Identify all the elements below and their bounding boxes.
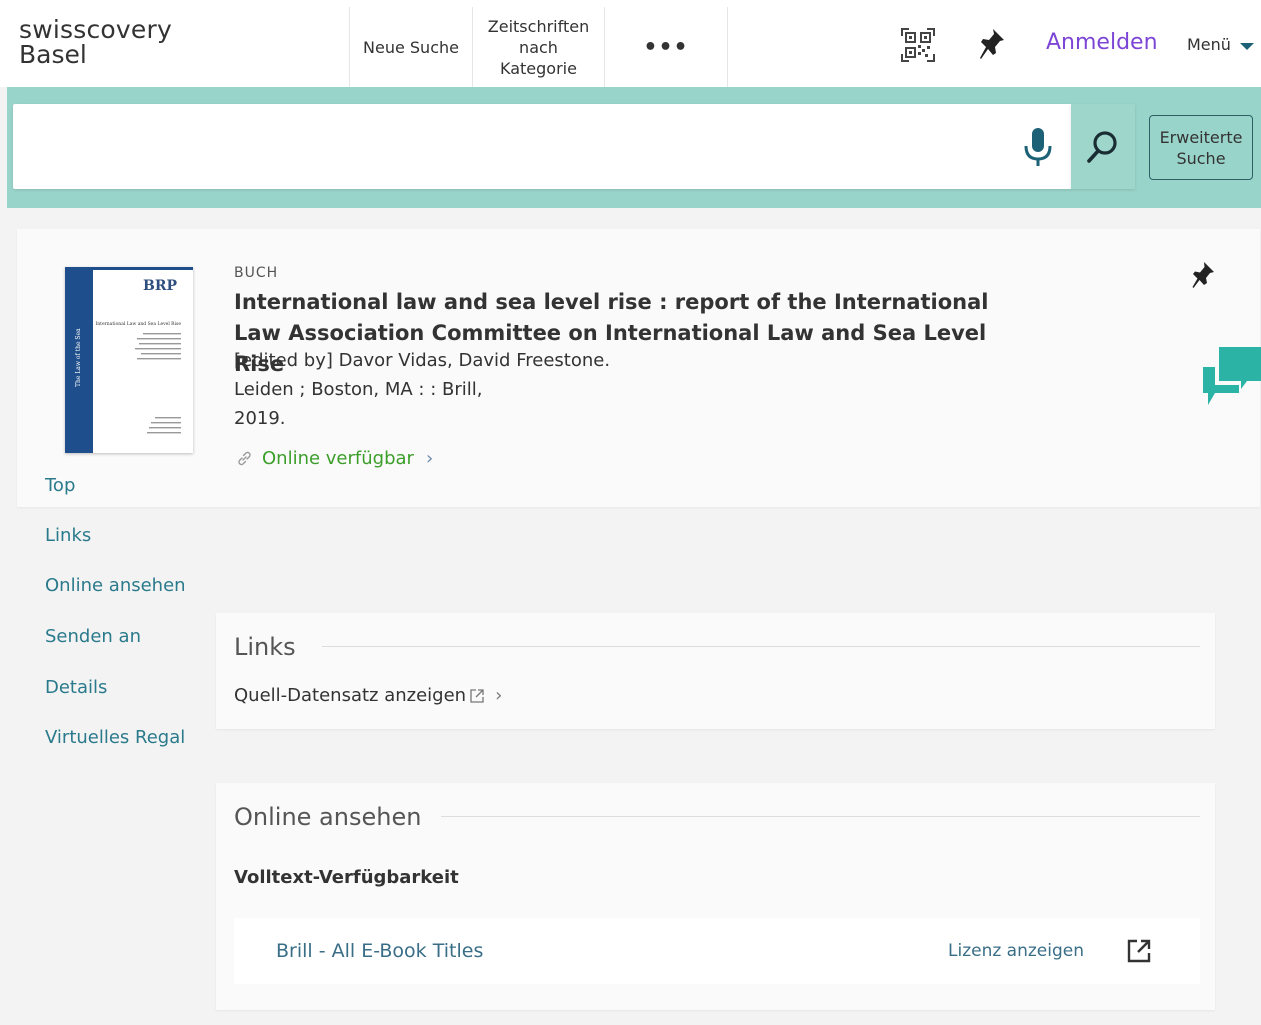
record-authors: [edited by] Davor Vidas, David Freestone… bbox=[234, 350, 611, 371]
online-view-section-title: Online ansehen bbox=[234, 803, 422, 831]
advanced-search-label-line2: Suche bbox=[1176, 148, 1226, 168]
nav-divider bbox=[727, 7, 728, 87]
menu-button[interactable]: Menü bbox=[1187, 35, 1254, 54]
links-section: Links Quell-Datensatz anzeigen › bbox=[216, 613, 1215, 729]
journals-label-line2: nach bbox=[519, 37, 558, 57]
journals-label-line3: Kategorie bbox=[500, 58, 577, 78]
microphone-icon[interactable] bbox=[1021, 126, 1055, 170]
links-section-title: Links bbox=[234, 633, 296, 661]
holding-title-link[interactable]: Brill - All E-Book Titles bbox=[276, 940, 483, 962]
section-divider bbox=[441, 816, 1200, 817]
book-cover-image[interactable]: The Law of the Sea BRP International Law… bbox=[65, 267, 193, 453]
sidenav-item-online-view[interactable]: Online ansehen bbox=[45, 575, 186, 596]
search-button[interactable] bbox=[1071, 104, 1135, 189]
search-input[interactable] bbox=[13, 104, 1071, 189]
chevron-right-icon: › bbox=[495, 685, 503, 706]
cover-spine-text: The Law of the Sea bbox=[75, 328, 82, 387]
caret-down-icon bbox=[1239, 42, 1254, 50]
search-icon bbox=[1087, 130, 1117, 163]
sidenav-item-details[interactable]: Details bbox=[45, 677, 107, 698]
sidenav-item-send-to[interactable]: Senden an bbox=[45, 626, 141, 647]
new-search-label: Neue Suche bbox=[363, 37, 459, 57]
new-search-button[interactable]: Neue Suche bbox=[350, 7, 472, 87]
journals-by-category-button[interactable]: Zeitschriften nach Kategorie bbox=[473, 7, 604, 87]
sidenav-item-top[interactable]: Top bbox=[45, 475, 75, 496]
source-record-label: Quell-Datensatz anzeigen bbox=[234, 685, 467, 706]
advanced-search-label-line1: Erweiterte bbox=[1159, 127, 1243, 147]
sidenav-item-links[interactable]: Links bbox=[45, 525, 91, 546]
cover-title: International Law and Sea Level Rise bbox=[95, 321, 181, 327]
full-text-availability-heading: Volltext-Verfügbarkeit bbox=[234, 867, 459, 888]
record-type: BUCH bbox=[234, 265, 279, 281]
pin-icon[interactable] bbox=[979, 28, 1005, 60]
external-link-icon bbox=[470, 688, 484, 703]
login-link[interactable]: Anmelden bbox=[1046, 30, 1158, 55]
online-view-section: Online ansehen Volltext-Verfügbarkeit Br… bbox=[216, 783, 1215, 1010]
logo[interactable]: swisscovery Basel bbox=[19, 17, 172, 67]
top-bar: swisscovery Basel Neue Suche Zeitschrift… bbox=[0, 0, 1261, 87]
advanced-search-button[interactable]: Erweiterte Suche bbox=[1149, 115, 1253, 180]
cover-brand: BRP bbox=[143, 278, 177, 294]
source-record-link[interactable]: Quell-Datensatz anzeigen › bbox=[234, 685, 502, 706]
record-year: 2019. bbox=[234, 408, 286, 429]
advanced-search-label: Erweiterte Suche bbox=[1160, 127, 1243, 169]
more-menu-button[interactable]: ••• bbox=[605, 7, 727, 87]
pin-record-icon[interactable] bbox=[1191, 261, 1215, 289]
more-dots-icon: ••• bbox=[643, 34, 689, 60]
online-available-label: Online verfügbar bbox=[262, 448, 414, 469]
menu-label: Menü bbox=[1187, 35, 1231, 54]
chat-icon[interactable] bbox=[1201, 347, 1261, 409]
record-publisher: Leiden ; Boston, MA : : Brill, bbox=[234, 379, 483, 400]
journals-label: Zeitschriften nach Kategorie bbox=[488, 16, 589, 79]
logo-line2: Basel bbox=[19, 40, 87, 69]
open-external-icon[interactable] bbox=[1126, 938, 1152, 964]
journals-label-line1: Zeitschriften bbox=[487, 16, 590, 36]
holding-row[interactable]: Brill - All E-Book Titles Lizenz anzeige… bbox=[234, 918, 1200, 984]
qr-code-icon[interactable] bbox=[901, 28, 935, 62]
section-divider bbox=[322, 646, 1200, 647]
online-available-link[interactable]: Online verfügbar › bbox=[236, 448, 433, 469]
link-icon bbox=[238, 451, 251, 466]
chevron-right-icon: › bbox=[425, 448, 434, 469]
sidenav-item-virtual-shelf[interactable]: Virtuelles Regal bbox=[45, 727, 185, 748]
show-license-link[interactable]: Lizenz anzeigen bbox=[948, 941, 1084, 961]
logo-line1: swisscovery bbox=[19, 15, 172, 44]
